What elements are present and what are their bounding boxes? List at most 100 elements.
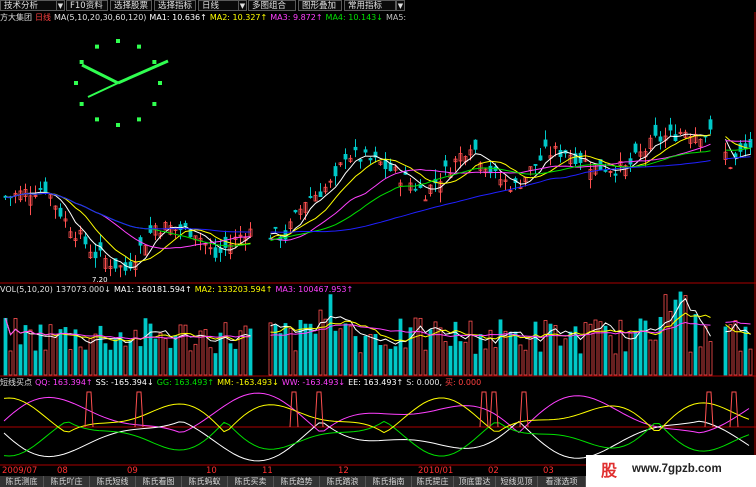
- tab-formula[interactable]: 顶底雷达: [454, 476, 496, 487]
- signal-spike: [84, 391, 94, 428]
- volume-bar: [593, 319, 598, 376]
- volume-bar: [653, 339, 658, 376]
- clock-tick: [95, 44, 99, 49]
- tab-formula[interactable]: 陈氏提庄: [412, 476, 454, 487]
- low-price-marker: 7.20: [92, 276, 108, 284]
- volume-bar: [318, 309, 323, 376]
- candle-body: [273, 226, 278, 229]
- volume-bar: [268, 322, 273, 376]
- date-label: 11: [262, 466, 273, 476]
- volume-bar: [138, 346, 143, 376]
- volume-bar: [663, 294, 668, 376]
- candle-body: [473, 139, 478, 150]
- candle-body: [443, 160, 448, 167]
- svg-text:股: 股: [601, 461, 618, 480]
- volume-bar: [348, 325, 353, 376]
- volume-bar: [343, 323, 348, 376]
- volume-bar: [503, 330, 508, 376]
- candle-body: [213, 247, 218, 258]
- volume-bar: [208, 347, 213, 376]
- volume-bar: [353, 336, 358, 376]
- volume-bar: [423, 349, 428, 376]
- candle-body: [43, 181, 48, 193]
- volume-bar: [698, 346, 703, 376]
- volume-bar: [313, 333, 318, 376]
- volume-bar: [528, 335, 533, 376]
- volume-bar: [288, 328, 293, 376]
- volume-bar: [508, 331, 513, 376]
- tab-formula[interactable]: 陈氏测底: [0, 476, 44, 487]
- signal-spike: [489, 391, 499, 428]
- candle-body: [488, 165, 493, 174]
- tab-formula[interactable]: 陈氏看图: [136, 476, 182, 487]
- volume-bar: [338, 328, 343, 376]
- volume-bar: [168, 347, 173, 376]
- volume-bar: [648, 339, 653, 376]
- volume-bar: [28, 329, 33, 376]
- candle-body: [653, 124, 658, 136]
- volume-bar: [378, 345, 383, 376]
- candle-body: [368, 158, 373, 161]
- volume-bar: [283, 323, 288, 376]
- volume-bar: [68, 349, 73, 376]
- candle-body: [673, 134, 678, 142]
- clock-tick: [158, 81, 162, 85]
- signal-spike: [704, 391, 714, 428]
- volume-bar: [128, 340, 133, 376]
- volume-bar: [158, 332, 163, 376]
- volume-bar: [683, 295, 688, 376]
- tab-formula[interactable]: 短线见顶: [496, 476, 538, 487]
- volume-bar: [578, 353, 583, 376]
- volume-bar: [643, 320, 648, 376]
- volume-bar: [613, 353, 618, 376]
- volume-bar: [708, 341, 713, 376]
- candle-body: [363, 149, 368, 153]
- volume-bar: [728, 324, 733, 376]
- volume-bar: [193, 343, 198, 376]
- date-label: 08: [57, 466, 68, 476]
- volume-bar: [183, 324, 188, 376]
- tab-formula[interactable]: 陈氏买卖: [228, 476, 274, 487]
- date-label: 12: [338, 466, 349, 476]
- tab-formula[interactable]: 陈氏蚂蚁: [182, 476, 228, 487]
- volume-bar: [498, 319, 503, 376]
- candle-body: [318, 191, 323, 198]
- stock-chart[interactable]: 7.20: [0, 0, 756, 466]
- volume-bar: [298, 319, 303, 376]
- volume-bar: [33, 350, 38, 376]
- volume-bar: [558, 345, 563, 376]
- volume-bar: [478, 334, 483, 376]
- candle-body: [218, 247, 223, 253]
- tab-formula[interactable]: 陈氏踏浪: [320, 476, 366, 487]
- volume-bar: [178, 324, 183, 376]
- volume-bar: [638, 318, 643, 376]
- candle-body: [613, 173, 618, 176]
- tab-formula[interactable]: 陈氏短线: [90, 476, 136, 487]
- volume-bar: [458, 341, 463, 376]
- volume-bar: [483, 348, 488, 376]
- clock-tick: [152, 102, 157, 106]
- signal-spike: [134, 391, 144, 428]
- volume-bar: [3, 317, 8, 376]
- volume-bar: [143, 318, 148, 376]
- volume-bar: [278, 333, 283, 376]
- tab-formula[interactable]: 看涨选项: [538, 476, 586, 487]
- clock-tick: [79, 60, 84, 64]
- candle-body: [333, 166, 338, 177]
- watermark-url: www.7gpzb.com: [632, 463, 722, 475]
- tab-formula[interactable]: 陈氏吖庄: [44, 476, 90, 487]
- volume-bar: [88, 338, 93, 376]
- tab-formula[interactable]: 陈氏趋势: [274, 476, 320, 487]
- volume-bar: [538, 351, 543, 376]
- volume-bar: [98, 325, 103, 376]
- volume-bar: [48, 324, 53, 376]
- volume-bar: [738, 350, 743, 376]
- volume-bar: [748, 348, 753, 376]
- candle-body: [93, 251, 98, 259]
- volume-bar: [293, 350, 298, 376]
- volume-bar: [23, 325, 28, 376]
- tab-formula[interactable]: 陈氏指南: [366, 476, 412, 487]
- formula-tabs: 陈氏测底 陈氏吖庄 陈氏短线 陈氏看图 陈氏蚂蚁 陈氏买卖 陈氏趋势 陈氏踏浪 …: [0, 476, 600, 487]
- candle-body: [293, 210, 298, 213]
- volume-bar: [688, 351, 693, 376]
